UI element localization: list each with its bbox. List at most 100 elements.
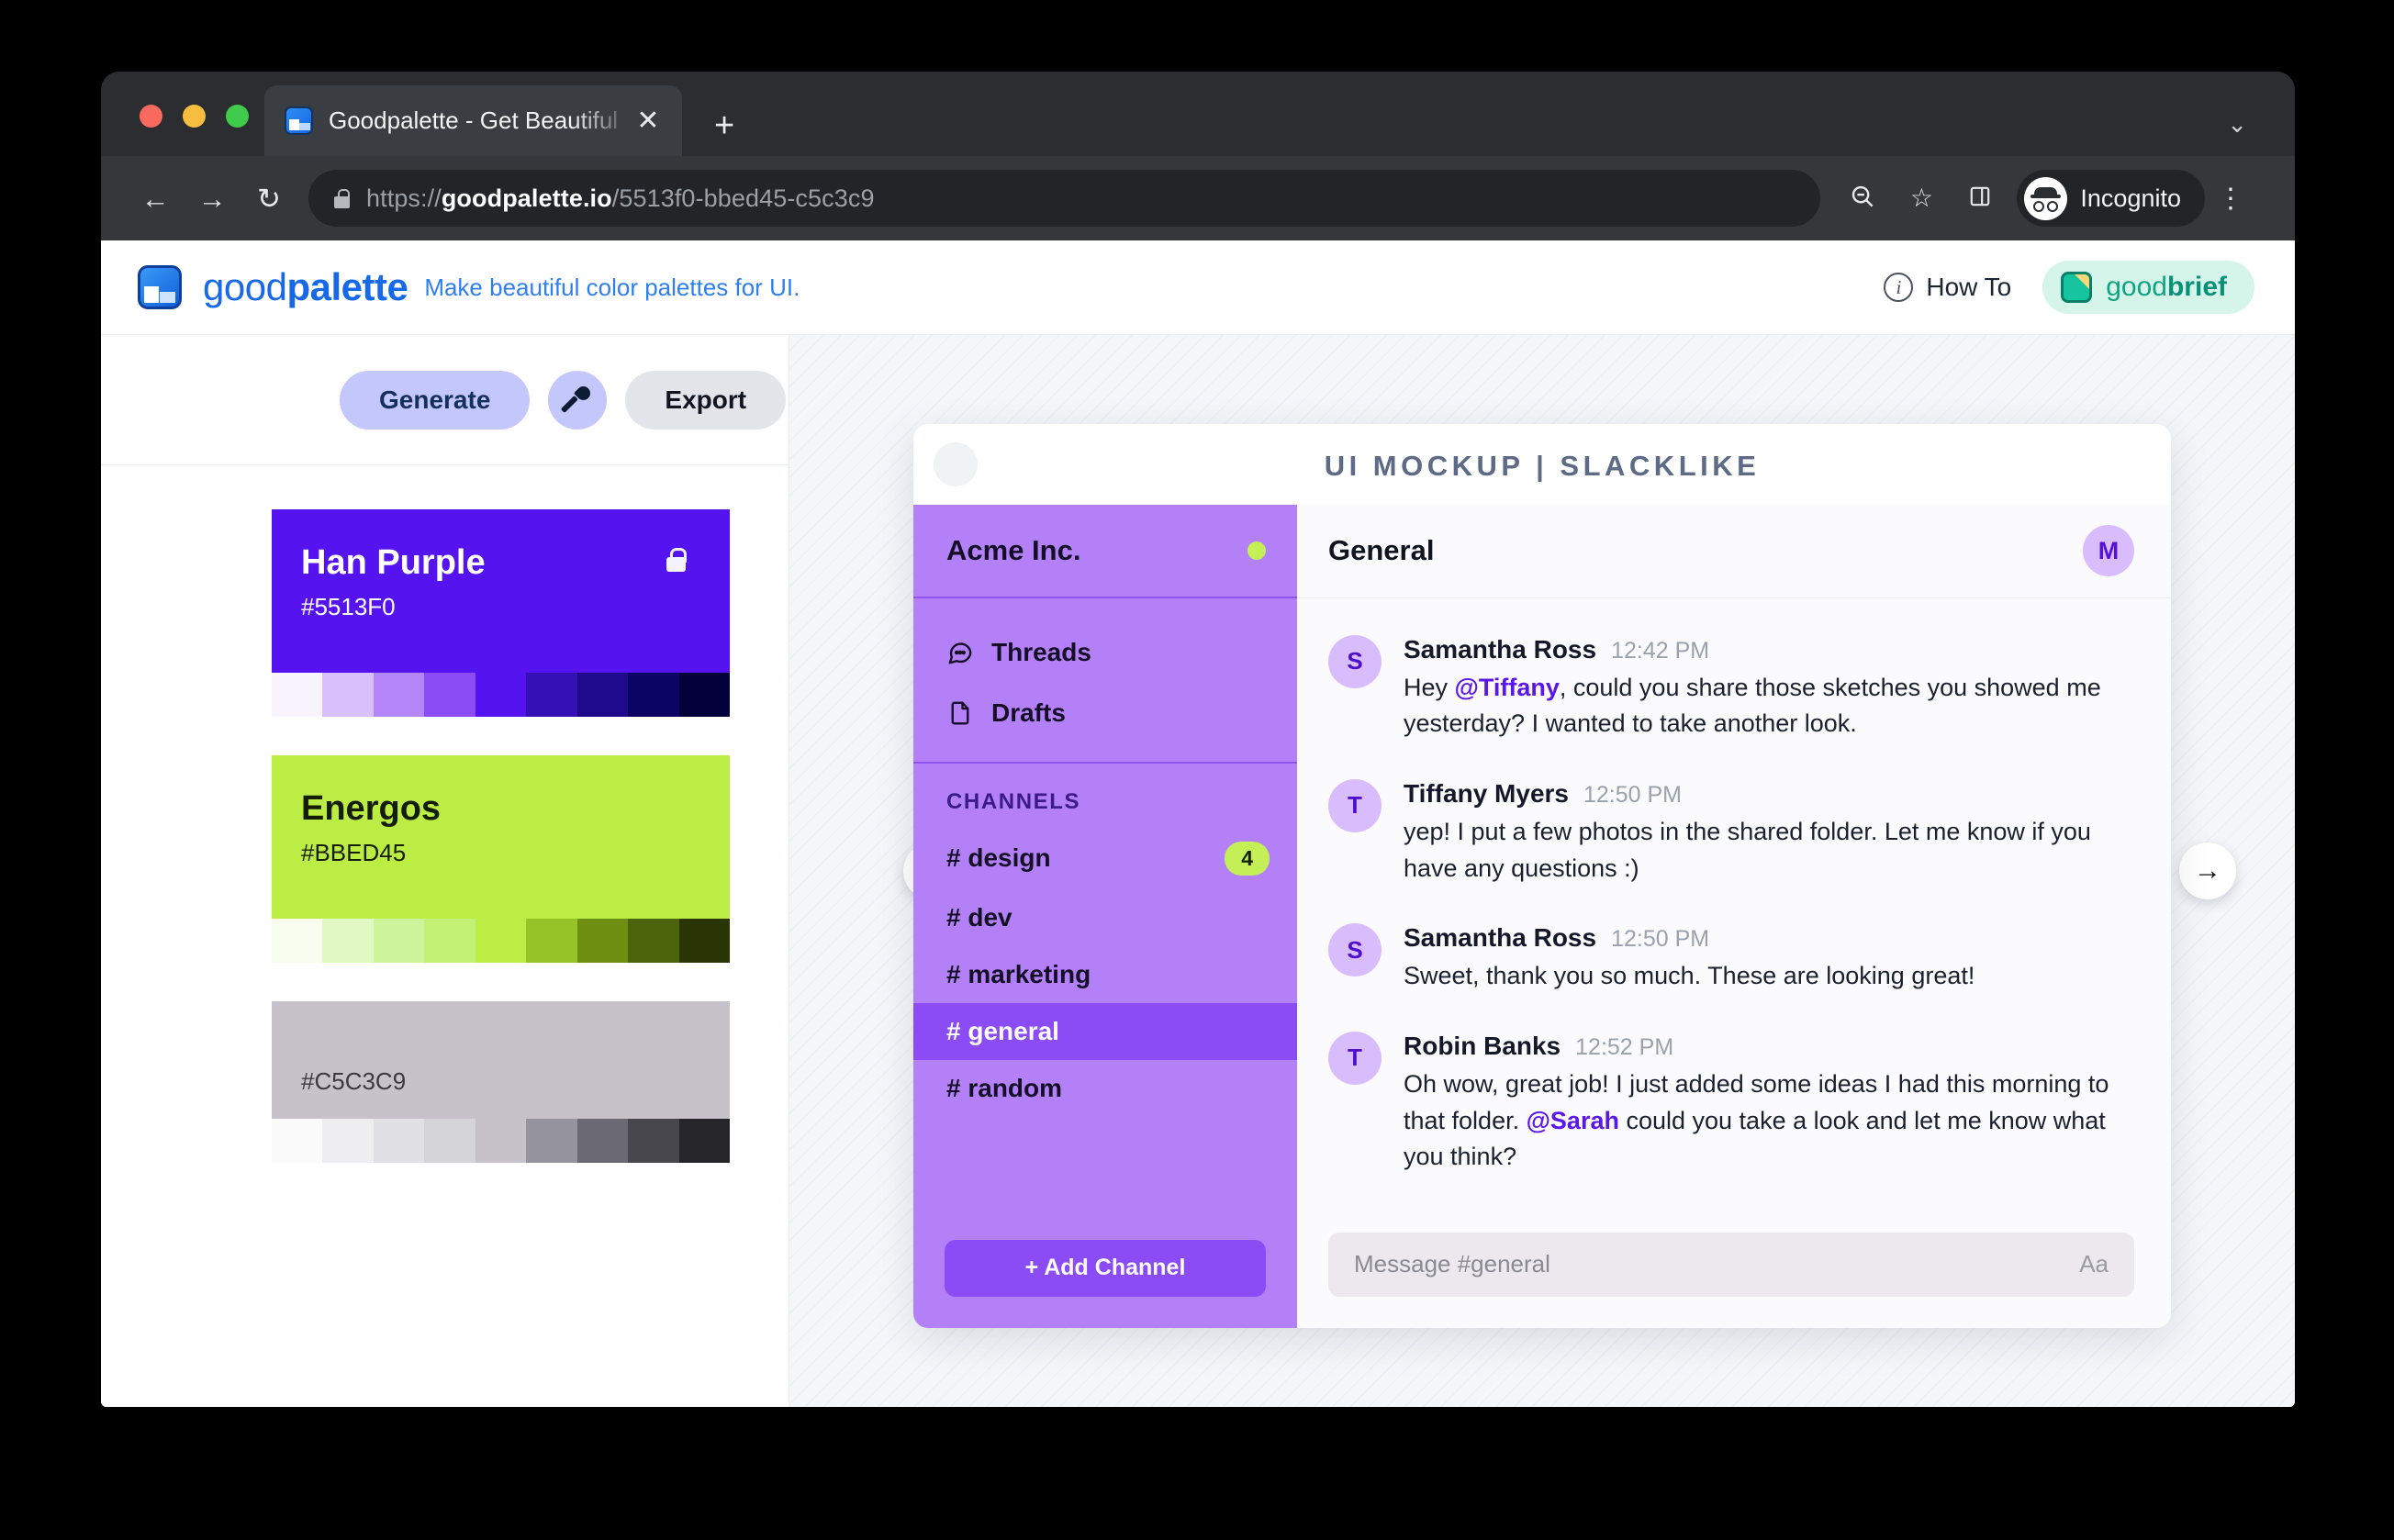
channel-item-design[interactable]: # design 4 — [913, 828, 1297, 889]
message-timestamp: 12:52 PM — [1575, 1033, 1674, 1060]
shade-swatch[interactable] — [475, 673, 527, 717]
shade-swatch[interactable] — [678, 1119, 730, 1163]
shade-swatch[interactable] — [373, 919, 425, 963]
message-item: T Tiffany Myers 12:50 PM yep! I put a few p… — [1328, 778, 2134, 887]
composer-input[interactable]: Message #general Aa — [1328, 1232, 2134, 1297]
url-path: /5513f0-bbed45-c5c3c9 — [611, 184, 875, 212]
side-panel-icon[interactable] — [1951, 184, 2009, 213]
shade-swatch[interactable] — [526, 1119, 577, 1163]
shade-swatch[interactable] — [272, 673, 323, 717]
info-icon: i — [1884, 273, 1914, 302]
channel-item-marketing[interactable]: # marketing — [913, 946, 1297, 1003]
palette-card[interactable]: #C5C3C9 — [272, 1001, 730, 1163]
shade-swatch[interactable] — [373, 673, 425, 717]
shade-swatch[interactable] — [322, 919, 374, 963]
shade-swatch[interactable] — [576, 919, 629, 963]
shade-swatch[interactable] — [272, 1119, 323, 1163]
message-item: S Samantha Ross 12:50 PM Sweet, thank you s… — [1328, 923, 2134, 995]
maximize-window-button[interactable] — [226, 105, 249, 128]
avatar[interactable]: M — [2083, 525, 2134, 576]
shade-swatch[interactable] — [373, 1119, 425, 1163]
eyedropper-icon — [563, 385, 592, 415]
avatar[interactable]: S — [1328, 634, 1382, 688]
avatar[interactable]: T — [1328, 1031, 1382, 1085]
mockup-card: UI MOCKUP | SLACKLIKE Acme Inc. Threads D… — [913, 423, 2171, 1328]
message-author[interactable]: Tiffany Myers — [1404, 779, 1569, 809]
close-tab-button[interactable]: ✕ — [632, 106, 664, 135]
export-button[interactable]: Export — [625, 370, 787, 430]
shade-swatch[interactable] — [424, 919, 475, 963]
browser-menu-icon[interactable]: ⋮ — [2205, 183, 2256, 215]
goodbrief-button[interactable]: goodbrief — [2042, 261, 2254, 314]
profile-label: Incognito — [2080, 184, 2181, 212]
message-author[interactable]: Robin Banks — [1404, 1032, 1561, 1061]
close-window-button[interactable] — [140, 105, 162, 128]
window-controls — [140, 105, 249, 128]
eyedropper-button[interactable] — [548, 370, 608, 430]
how-to-button[interactable]: i How To — [1884, 273, 2011, 302]
shade-swatch[interactable] — [322, 673, 374, 717]
browser-tab[interactable]: Goodpalette - Get Beautiful Co ✕ — [264, 85, 682, 156]
mention-link[interactable]: @Tiffany — [1455, 674, 1560, 701]
profile-chip[interactable]: Incognito — [2017, 170, 2205, 227]
shade-swatch[interactable] — [424, 1119, 475, 1163]
sidebar-item-drafts[interactable]: Drafts — [913, 683, 1297, 743]
url-domain: goodpalette.io — [441, 184, 612, 212]
shade-swatch[interactable] — [526, 919, 577, 963]
sidebar-item-threads[interactable]: Threads — [913, 622, 1297, 683]
lock-icon[interactable] — [666, 548, 687, 572]
shade-swatch[interactable] — [475, 919, 527, 963]
add-channel-button[interactable]: + Add Channel — [945, 1239, 1266, 1297]
sidebar-footer: + Add Channel — [913, 1216, 1297, 1328]
document-icon — [946, 699, 974, 727]
back-button[interactable]: ← — [127, 184, 184, 213]
shade-swatch[interactable] — [526, 673, 577, 717]
palette-card[interactable]: Energos #BBED45 — [272, 755, 730, 963]
shade-swatch[interactable] — [628, 1119, 679, 1163]
palette-card-hex: #BBED45 — [301, 838, 407, 866]
shade-swatch[interactable] — [678, 919, 730, 963]
palette-card-swatch[interactable]: #C5C3C9 — [272, 1001, 730, 1119]
status-dot-icon — [1247, 541, 1266, 560]
palette-card-swatch[interactable]: Han Purple #5513F0 — [272, 509, 730, 673]
new-tab-button[interactable]: + — [714, 108, 734, 143]
shade-swatch[interactable] — [576, 1119, 629, 1163]
shade-swatch[interactable] — [424, 673, 475, 717]
channel-item-dev[interactable]: # dev — [913, 889, 1297, 946]
minimize-window-button[interactable] — [183, 105, 206, 128]
browser-toolbar: ← → ↻ https://goodpalette.io/5513f0-bbed… — [101, 156, 2295, 240]
mention-link[interactable]: @Sarah — [1527, 1107, 1619, 1134]
mockup-stage: UI MOCKUP | SLACKLIKE Acme Inc. Threads D… — [789, 335, 2295, 1407]
palette-panel: Generate Export Han Purple #5513F0 Energos… — [101, 335, 789, 1407]
header-actions: i How To goodbrief — [1884, 261, 2254, 314]
palette-card-swatch[interactable]: Energos #BBED45 — [272, 755, 730, 919]
brand[interactable]: goodpalette — [138, 265, 408, 309]
shade-swatch[interactable] — [678, 673, 730, 717]
message-body: Samantha Ross 12:50 PM Sweet, thank you so… — [1404, 923, 1974, 995]
workspace-header[interactable]: Acme Inc. — [913, 505, 1297, 598]
zoom-out-icon[interactable] — [1833, 183, 1892, 215]
shade-swatch[interactable] — [628, 673, 679, 717]
shade-swatch[interactable] — [576, 673, 629, 717]
shade-swatch[interactable] — [628, 919, 679, 963]
address-bar[interactable]: https://goodpalette.io/5513f0-bbed45-c5c… — [308, 170, 1821, 227]
channel-item-general[interactable]: # general — [913, 1002, 1297, 1060]
generate-button[interactable]: Generate — [340, 370, 531, 430]
shade-swatch[interactable] — [475, 1119, 527, 1163]
message-author[interactable]: Samantha Ross — [1404, 923, 1596, 953]
reload-button[interactable]: ↻ — [241, 184, 297, 213]
formatting-icon[interactable]: Aa — [2079, 1250, 2109, 1278]
avatar[interactable]: S — [1328, 923, 1382, 977]
bookmark-star-icon[interactable]: ☆ — [1892, 185, 1951, 211]
forward-button[interactable]: → — [184, 184, 241, 213]
channel-item-random[interactable]: # random — [913, 1060, 1297, 1117]
shade-swatch[interactable] — [322, 1119, 374, 1163]
message-author[interactable]: Samantha Ross — [1404, 635, 1596, 664]
palette-card[interactable]: Han Purple #5513F0 — [272, 509, 730, 717]
chevron-down-icon[interactable]: ⌄ — [2227, 112, 2247, 136]
message-timestamp: 12:42 PM — [1611, 637, 1710, 664]
avatar[interactable]: T — [1328, 778, 1382, 832]
how-to-label: How To — [1926, 273, 2012, 301]
shade-swatch[interactable] — [272, 919, 323, 963]
message-meta: Samantha Ross 12:50 PM — [1404, 923, 1974, 953]
